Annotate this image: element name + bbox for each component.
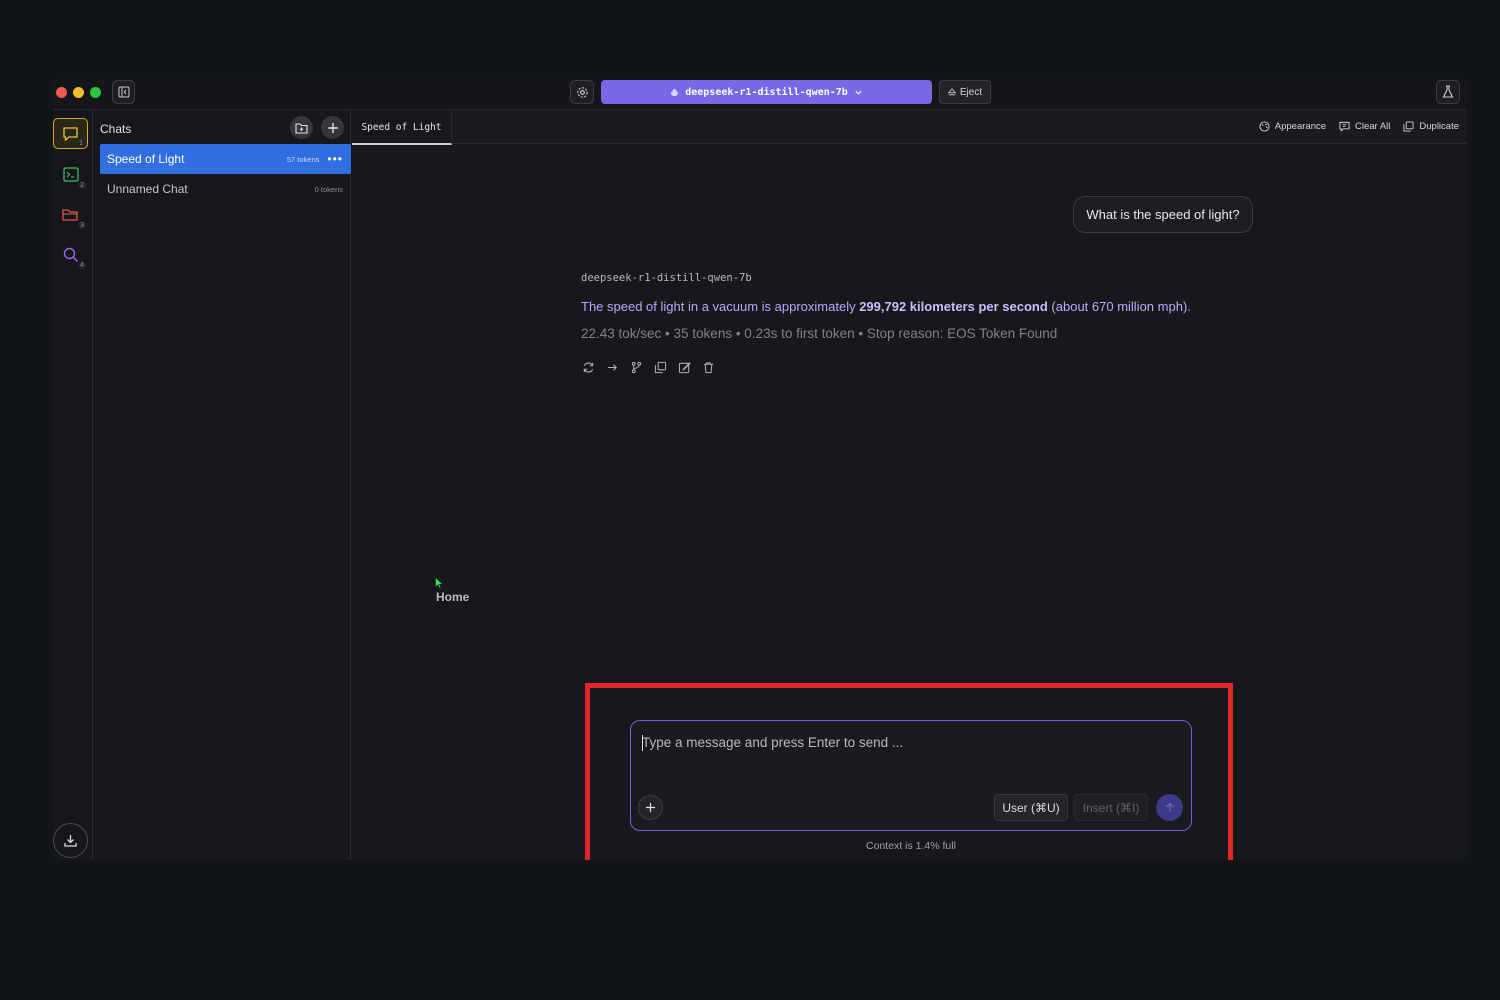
- attach-button[interactable]: [638, 795, 663, 820]
- duplicate-label: Duplicate: [1419, 121, 1459, 132]
- continue-icon[interactable]: [605, 360, 619, 374]
- message-composer[interactable]: Type a message and press Enter to send .…: [630, 720, 1192, 831]
- more-options-icon[interactable]: •••: [327, 152, 343, 166]
- palette-icon: [1259, 121, 1270, 132]
- search-icon: [63, 247, 78, 262]
- duplicate-icon: [1403, 121, 1414, 132]
- rail-badge: 4: [78, 262, 86, 269]
- chat-token-count: 57 tokens: [286, 154, 320, 164]
- eject-label: Eject: [959, 86, 983, 98]
- new-folder-button[interactable]: [290, 116, 313, 139]
- download-icon: [64, 835, 77, 847]
- assistant-model-name: deepseek-r1-distill-qwen-7b: [581, 272, 752, 284]
- eject-button[interactable]: Eject: [939, 80, 991, 104]
- assistant-text-suffix: (about 670 million mph).: [1047, 299, 1191, 314]
- rail-badge: 3: [78, 222, 86, 229]
- tab-speed-of-light[interactable]: Speed of Light: [352, 111, 452, 145]
- chevron-down-icon: [855, 90, 862, 95]
- chat-token-count: 0 tokens: [314, 184, 343, 194]
- plus-icon: [327, 122, 338, 133]
- assistant-text-bold: 299,792 kilometers per second: [859, 299, 1048, 314]
- tab-label: Speed of Light: [361, 121, 442, 133]
- chat-name: Speed of Light: [107, 152, 185, 166]
- chat-actions: Appearance Clear All Duplicate: [1259, 121, 1459, 132]
- user-button-label: User (⌘U): [1002, 800, 1060, 815]
- sidebar-title: Chats: [100, 122, 132, 136]
- app-window: deepseek-r1-distill-qwen-7b Eject 1 2 3 …: [53, 77, 1467, 860]
- maximize-window-button[interactable]: [90, 87, 101, 98]
- user-message-bubble[interactable]: What is the speed of light?: [1073, 196, 1253, 233]
- duplicate-button[interactable]: Duplicate: [1403, 121, 1459, 132]
- chats-sidebar: Chats Speed of Light 57 tokens ••• Unnam…: [94, 111, 351, 860]
- message-input[interactable]: Type a message and press Enter to send .…: [642, 735, 903, 750]
- clear-all-label: Clear All: [1355, 121, 1391, 132]
- rail-badge: 1: [77, 140, 85, 147]
- model-icon: [671, 88, 679, 96]
- edit-icon[interactable]: [677, 360, 691, 374]
- chat-list-item[interactable]: Speed of Light 57 tokens •••: [100, 144, 351, 174]
- folder-icon: [62, 208, 78, 221]
- insert-button-label: Insert (⌘I): [1082, 800, 1140, 815]
- message-actions: [581, 360, 715, 374]
- title-bar: deepseek-r1-distill-qwen-7b Eject: [53, 77, 1467, 110]
- user-message-text: What is the speed of light?: [1086, 207, 1240, 222]
- chat-icon: [63, 126, 78, 141]
- nav-rail: 1 2 3 4: [53, 111, 93, 860]
- labs-button[interactable]: [1436, 80, 1460, 104]
- rail-chat[interactable]: 1: [53, 118, 88, 149]
- chat-name: Unnamed Chat: [107, 182, 188, 196]
- text-caret: [642, 735, 643, 751]
- context-usage-note: Context is 1.4% full: [866, 840, 956, 852]
- copy-icon[interactable]: [653, 360, 667, 374]
- terminal-icon: [62, 167, 79, 182]
- clear-icon: [1339, 121, 1350, 132]
- generation-stats: 22.43 tok/sec • 35 tokens • 0.23s to fir…: [581, 326, 1058, 341]
- rail-badge: 2: [78, 182, 86, 189]
- rail-search[interactable]: 4: [53, 239, 88, 270]
- send-as-user-button[interactable]: User (⌘U): [994, 794, 1068, 821]
- sidebar-toggle-icon: [118, 86, 129, 98]
- flask-icon: [1442, 85, 1454, 98]
- send-button[interactable]: [1156, 794, 1183, 821]
- new-chat-button[interactable]: [321, 116, 344, 139]
- model-selector[interactable]: deepseek-r1-distill-qwen-7b: [601, 80, 932, 104]
- model-selector-label: deepseek-r1-distill-qwen-7b: [685, 86, 848, 98]
- folder-plus-icon: [295, 122, 308, 134]
- arrow-up-icon: [1165, 802, 1174, 812]
- home-tooltip: Home: [436, 590, 470, 604]
- rail-models[interactable]: 3: [53, 199, 88, 230]
- settings-button[interactable]: [570, 80, 594, 104]
- minimize-window-button[interactable]: [73, 87, 84, 98]
- eject-icon: [947, 88, 956, 96]
- appearance-button[interactable]: Appearance: [1259, 121, 1326, 132]
- plus-icon: [645, 802, 656, 813]
- toggle-sidebar-button[interactable]: [112, 80, 135, 104]
- assistant-text-prefix: The speed of light in a vacuum is approx…: [581, 299, 860, 314]
- sidebar-header: Chats: [94, 111, 350, 144]
- gear-icon: [576, 86, 588, 98]
- mouse-cursor-icon: [435, 577, 443, 589]
- chat-list-item[interactable]: Unnamed Chat 0 tokens: [100, 174, 351, 204]
- tab-bar: Speed of Light Appearance Clear All Dupl…: [352, 111, 1467, 145]
- branch-icon[interactable]: [629, 360, 643, 374]
- assistant-message[interactable]: The speed of light in a vacuum is approx…: [581, 299, 1191, 314]
- chat-main: Speed of Light Appearance Clear All Dupl…: [352, 111, 1467, 860]
- close-window-button[interactable]: [56, 87, 67, 98]
- insert-button[interactable]: Insert (⌘I): [1074, 794, 1148, 821]
- trash-icon[interactable]: [701, 360, 715, 374]
- downloads-button[interactable]: [53, 823, 88, 858]
- rail-developer[interactable]: 2: [53, 159, 88, 190]
- clear-all-button[interactable]: Clear All: [1339, 121, 1390, 132]
- appearance-label: Appearance: [1274, 121, 1327, 132]
- regenerate-icon[interactable]: [581, 360, 595, 374]
